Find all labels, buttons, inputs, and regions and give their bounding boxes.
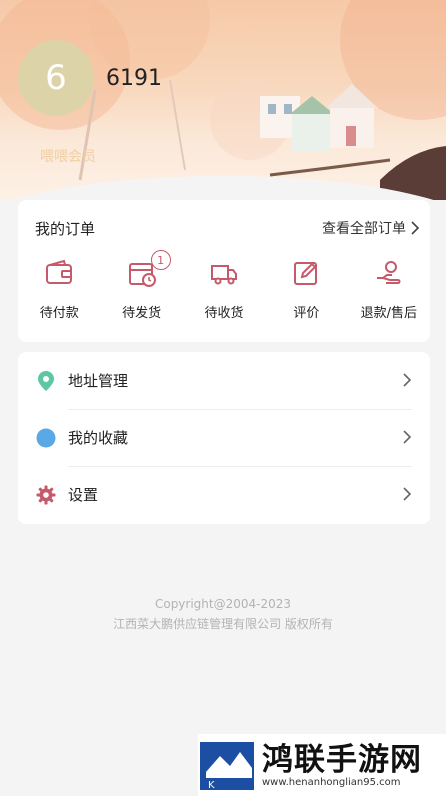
- view-all-orders-link[interactable]: 查看全部订单: [322, 218, 420, 238]
- location-pin-icon: [35, 370, 57, 392]
- menu-item-address[interactable]: 地址管理: [18, 352, 430, 409]
- refund-hand-icon: [374, 258, 404, 288]
- member-label: 喂喂会员: [40, 149, 96, 165]
- order-tab-review[interactable]: 评价: [265, 258, 347, 321]
- copyright-text: Copyright@2004-2023: [154, 597, 292, 611]
- chevron-right-icon: [403, 373, 412, 387]
- order-tab-label: 待付款: [39, 306, 79, 321]
- orders-title: 我的订单: [35, 220, 96, 238]
- company-text: 江西菜大鹏供应链管理有限公司 版权所有: [113, 617, 333, 631]
- settings-menu-card: 地址管理 我的收藏 设置: [18, 352, 430, 524]
- chevron-right-icon: [403, 487, 412, 501]
- order-tab-label: 待收货: [204, 306, 244, 321]
- order-tab-label: 退款/售后: [360, 306, 418, 321]
- view-all-orders-label: 查看全部订单: [322, 221, 406, 237]
- order-tab-label: 评价: [293, 306, 320, 321]
- gear-icon: [35, 484, 57, 506]
- avatar-text: 6: [45, 58, 67, 98]
- wallet-icon: [44, 258, 74, 288]
- watermark-title: 鸿联手游网: [262, 741, 422, 778]
- chevron-right-icon: [403, 430, 412, 444]
- menu-item-label: 地址管理: [68, 372, 129, 390]
- truck-icon: [209, 258, 239, 288]
- order-tab-pending-shipment[interactable]: 1 待发货: [100, 250, 182, 321]
- svg-text:K: K: [208, 780, 215, 791]
- menu-item-label: 设置: [68, 486, 99, 504]
- site-watermark: K 鸿联手游网 www.henanhonglian95.com: [198, 734, 446, 796]
- favorite-dot-icon: [35, 427, 57, 449]
- watermark-logo-icon: K: [200, 742, 254, 791]
- orders-card: 我的订单 查看全部订单 待付款 1 待发货 待收货 评价 退款/售后: [18, 200, 430, 342]
- menu-item-label: 我的收藏: [68, 429, 129, 447]
- menu-item-favorites[interactable]: 我的收藏: [18, 409, 430, 466]
- order-tab-refund[interactable]: 退款/售后: [348, 258, 430, 321]
- profile-header: 6 6191 喂喂会员: [0, 0, 446, 200]
- edit-icon: [291, 258, 321, 288]
- box-clock-icon: 1: [127, 250, 171, 288]
- username: 6191: [106, 66, 162, 91]
- order-tab-pending-payment[interactable]: 待付款: [18, 258, 100, 321]
- avatar[interactable]: 6: [18, 40, 94, 116]
- chevron-right-icon: [411, 221, 420, 235]
- order-badge: 1: [150, 250, 171, 270]
- order-tab-label: 待发货: [122, 306, 162, 321]
- order-tab-pending-receipt[interactable]: 待收货: [183, 258, 265, 321]
- menu-item-settings[interactable]: 设置: [18, 466, 430, 523]
- watermark-url: www.henanhonglian95.com: [262, 776, 401, 788]
